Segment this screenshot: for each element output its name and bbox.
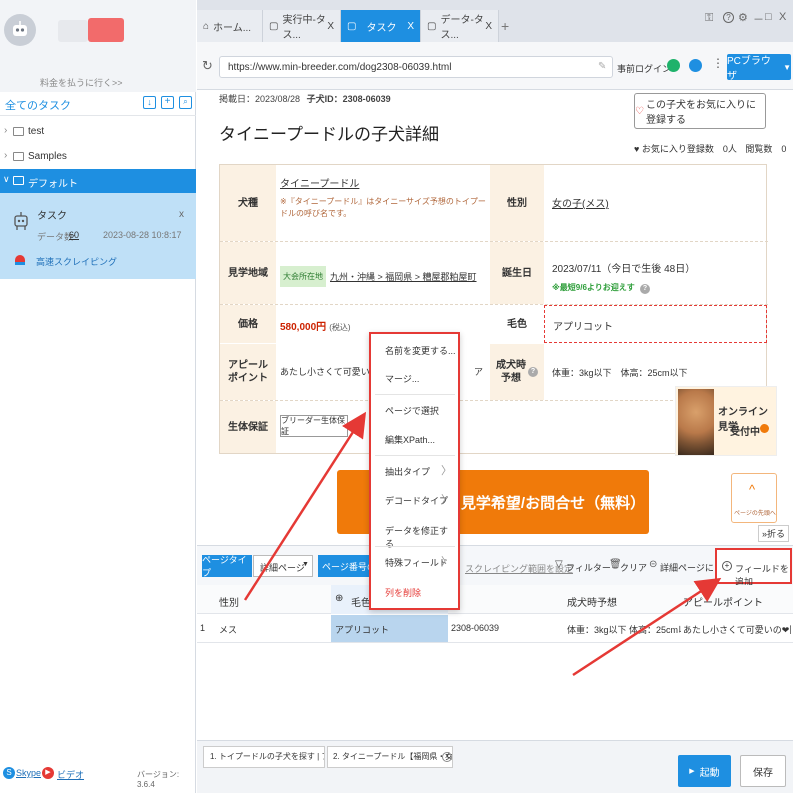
- arrow-to-add-field: [572, 577, 722, 677]
- annotation-arrows: [243, 411, 722, 677]
- arrow-to-context-menu: [243, 411, 367, 601]
